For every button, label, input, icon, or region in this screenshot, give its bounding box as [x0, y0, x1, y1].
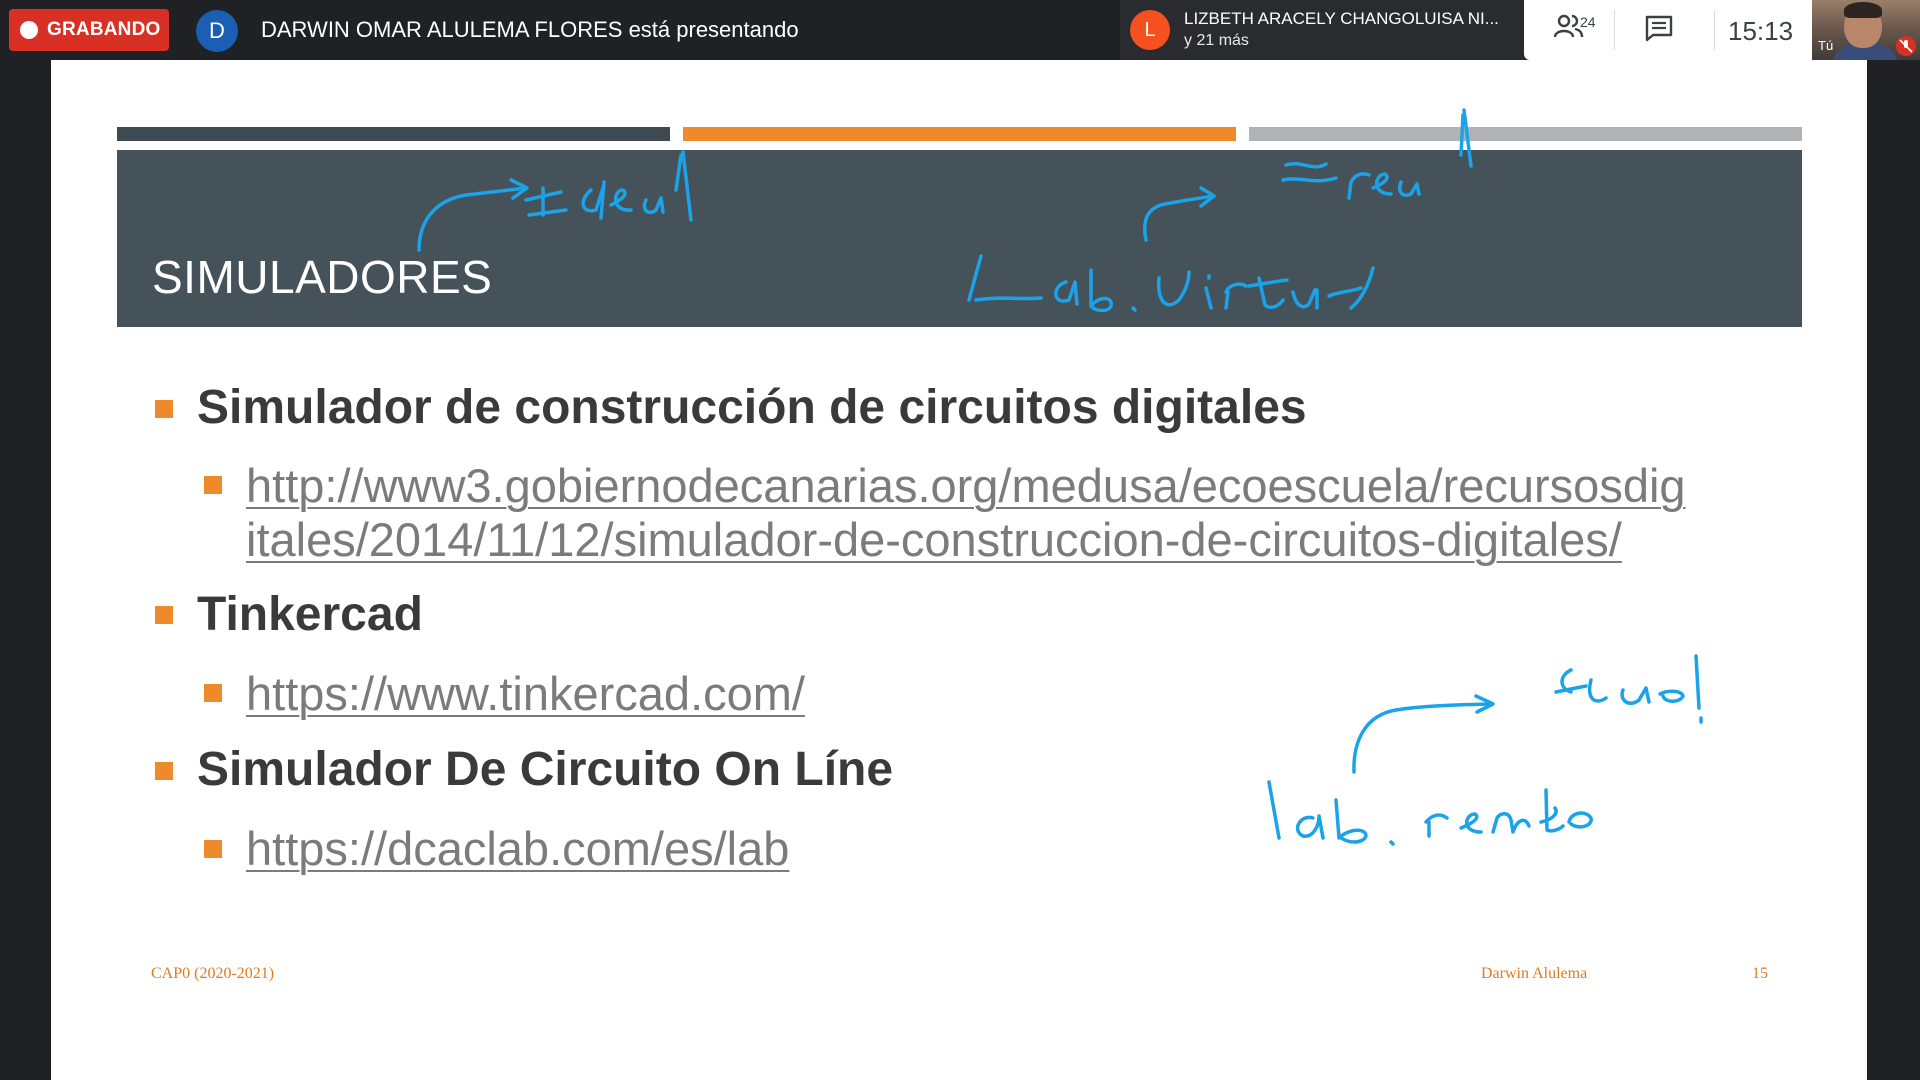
meeting-top-bar: GRABANDO D DARWIN OMAR ALULEMA FLORES es…	[0, 0, 1920, 60]
people-count-badge: 24	[1580, 14, 1596, 30]
divider	[1714, 10, 1715, 50]
meeting-clock: 15:13	[1728, 16, 1794, 46]
participant-avatar: L	[1130, 10, 1170, 50]
slide-stripe-gray	[1249, 127, 1802, 141]
recording-label: GRABANDO	[47, 19, 161, 40]
self-video-hair	[1844, 2, 1882, 18]
presenter-avatar: D	[196, 10, 238, 52]
participant-more: y 21 más	[1184, 32, 1249, 49]
divider	[1614, 10, 1615, 50]
bullet-heading: Simulador De Circuito On Líne	[197, 743, 894, 796]
presenter-status-text: DARWIN OMAR ALULEMA FLORES está presenta…	[261, 17, 799, 42]
bullet-square-icon	[204, 684, 222, 702]
record-dot-icon	[20, 21, 38, 39]
bullet-square-icon	[155, 606, 173, 624]
bullet-heading: Tinkercad	[197, 588, 423, 641]
bullet-square-icon	[155, 762, 173, 780]
screen-share-margin	[1867, 60, 1920, 1080]
slide-footer-course: CAP0 (2020-2021)	[151, 965, 275, 982]
link-url[interactable]: https://www.tinkercad.com/	[246, 666, 805, 721]
people-button[interactable]	[1553, 12, 1604, 48]
mic-off-icon	[1896, 36, 1916, 56]
participant-name: LIZBETH ARACELY CHANGOLUISA NI...	[1184, 9, 1499, 28]
mic-off-glyph	[1899, 39, 1913, 53]
presented-slide: SIMULADORES Simulador de construcción de…	[51, 60, 1867, 1080]
bullet-heading: Simulador de construcción de circuitos d…	[197, 381, 1307, 434]
slide-footer-author: Darwin Alulema	[1481, 965, 1588, 982]
bullet-square-icon	[204, 840, 222, 858]
chat-icon	[1645, 15, 1673, 42]
slide-title-band: SIMULADORES	[117, 150, 1802, 327]
self-video-tile[interactable]: Tú	[1812, 0, 1920, 60]
participant-text: LIZBETH ARACELY CHANGOLUISA NI... y 21 m…	[1184, 8, 1499, 52]
meeting-controls-panel: 24 15:13	[1524, 0, 1812, 60]
participant-tile[interactable]: L LIZBETH ARACELY CHANGOLUISA NI... y 21…	[1120, 0, 1524, 60]
link-url[interactable]: itales/2014/11/12/simulador-de-construcc…	[246, 512, 1622, 567]
bullet-square-icon	[204, 476, 222, 494]
link-url[interactable]: http://www3.gobiernodecanarias.org/medus…	[246, 458, 1686, 513]
slide-stripe-orange	[683, 127, 1236, 141]
recording-badge[interactable]: GRABANDO	[9, 9, 169, 51]
slide-page-number: 15	[1752, 965, 1768, 982]
slide-title: SIMULADORES	[152, 251, 493, 303]
chat-button[interactable]	[1644, 14, 1680, 46]
slide-stripe-dark	[117, 127, 670, 141]
link-url[interactable]: https://dcaclab.com/es/lab	[246, 821, 789, 876]
bullet-square-icon	[155, 400, 173, 418]
self-label: Tú	[1818, 38, 1834, 53]
